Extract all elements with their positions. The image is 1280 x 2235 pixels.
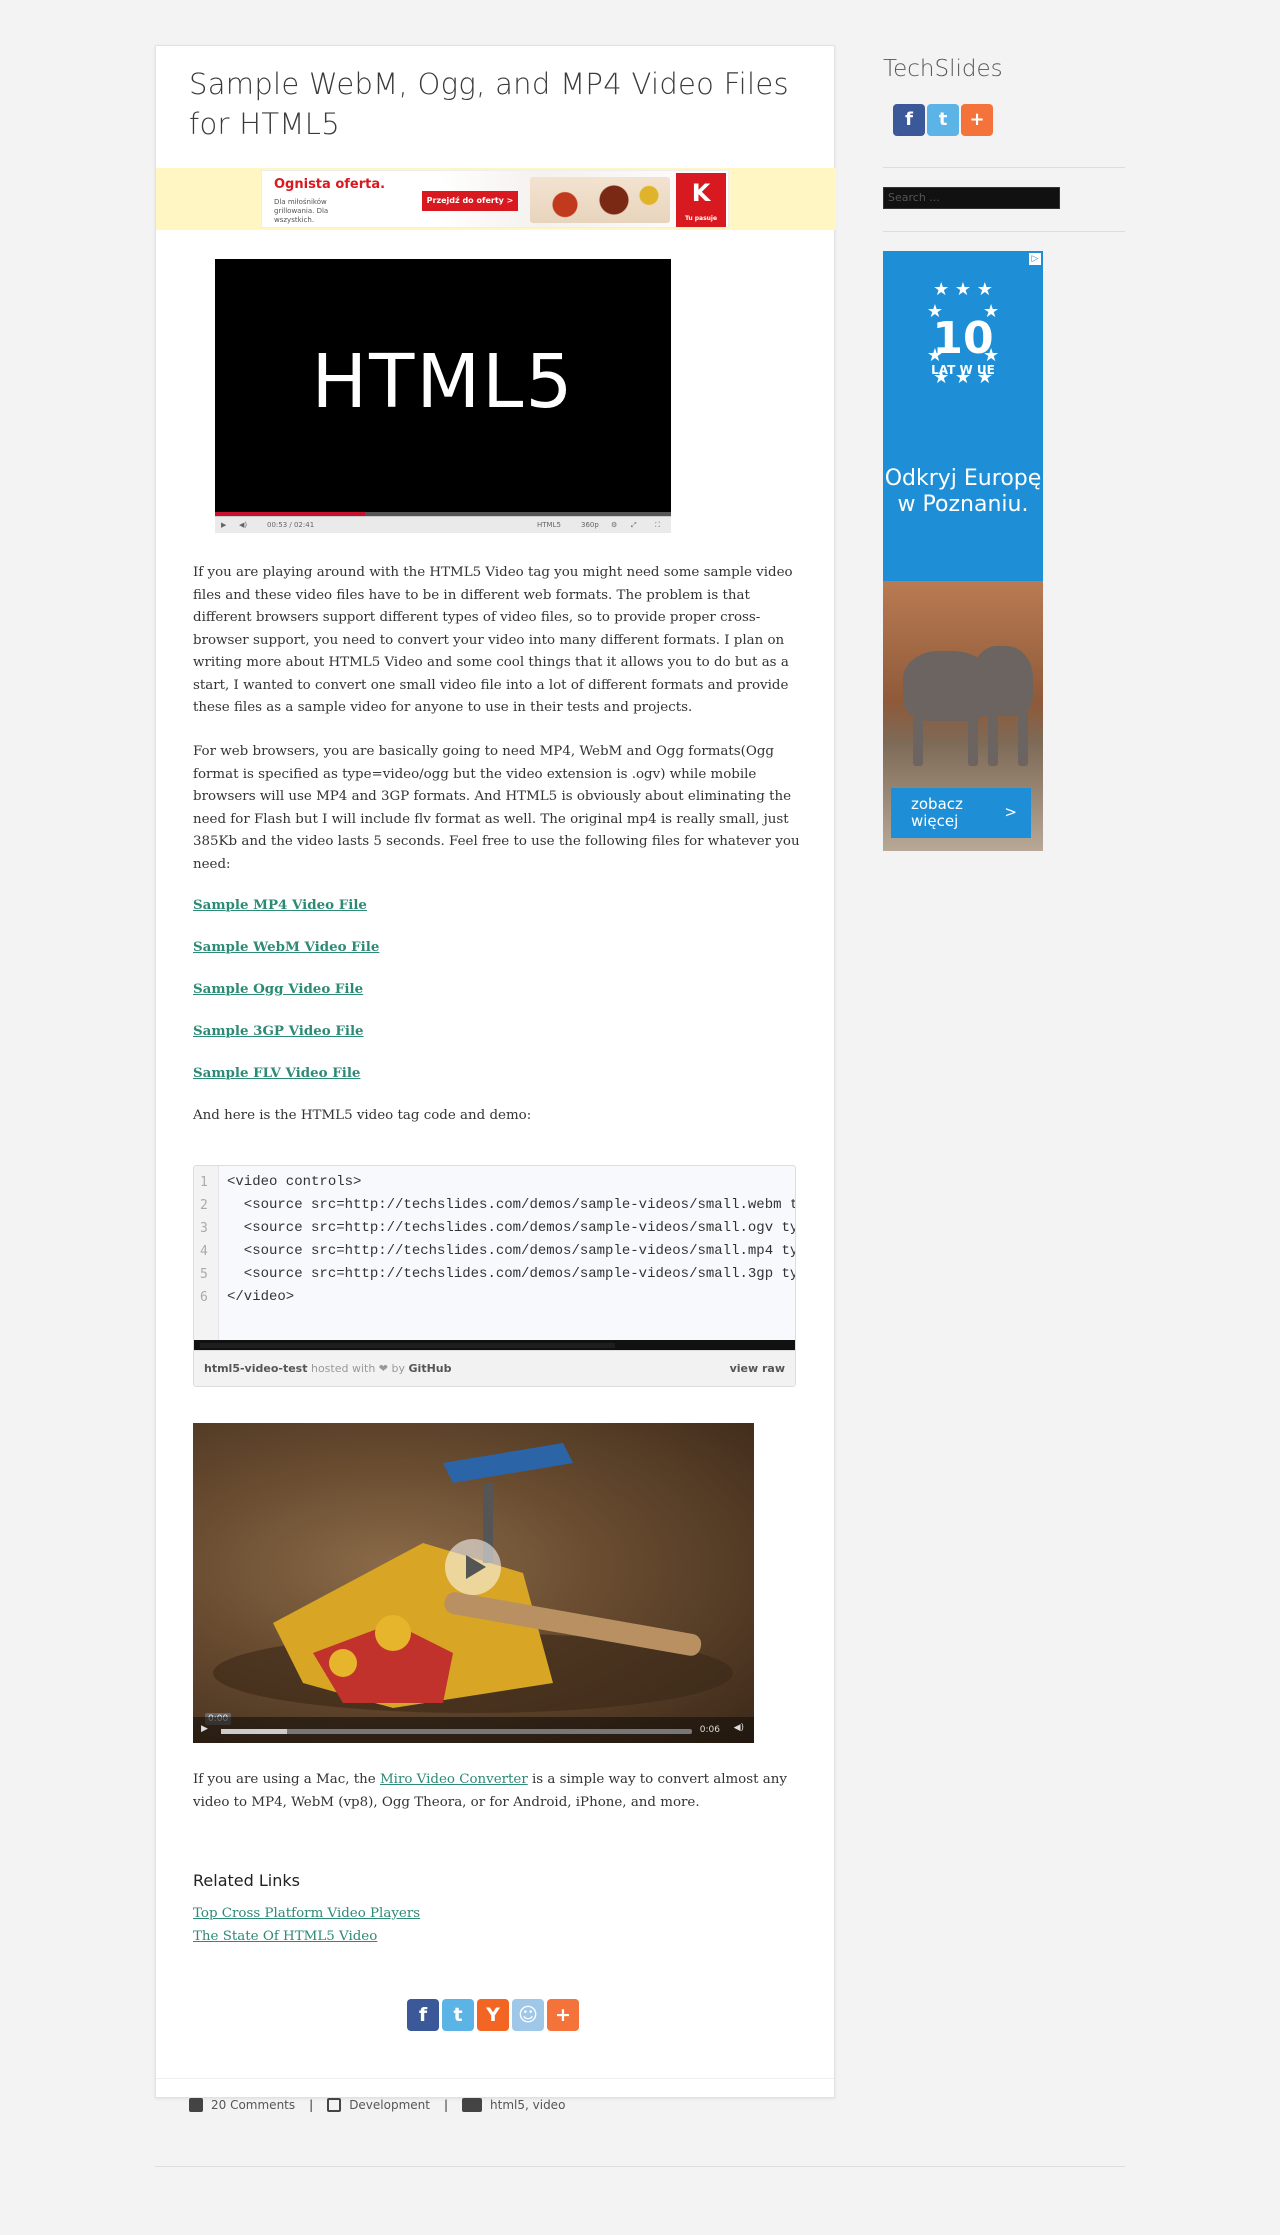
- ad-food-image: [530, 177, 670, 223]
- player-controls: ▶ ◀) 00:53 / 02:41 HTML5 360p ⚙ ⤢ ⛶: [215, 516, 671, 533]
- ad-cta-button[interactable]: zobacz więcej >: [891, 788, 1031, 838]
- ad-banner-creative[interactable]: Ognista oferta. Dla miłośników grillowan…: [261, 170, 729, 228]
- gist-hosted-text: hosted with ❤ by: [310, 1362, 406, 1375]
- video-seek-bar[interactable]: [221, 1729, 692, 1734]
- ad-brand-logo: K Tu pasuje: [676, 173, 726, 227]
- sidebar-divider: [883, 231, 1125, 232]
- footer-divider: [155, 2166, 1125, 2167]
- video-duration: 0:06: [699, 1725, 720, 1735]
- category-link[interactable]: Development: [349, 2098, 430, 2112]
- html5-screen-text: HTML5: [311, 339, 575, 425]
- video-controls: ▶ 0:06 ◀): [193, 1717, 754, 1743]
- ad-offer-button[interactable]: Przejdź do oferty >: [422, 191, 518, 211]
- sidebar-share-buttons: f t +: [893, 104, 993, 136]
- addthis-icon[interactable]: +: [961, 104, 993, 136]
- ad-subtitle: LAT W UE: [931, 363, 995, 377]
- code-line: <video controls>: [227, 1174, 362, 1190]
- line-number: 2: [200, 1198, 208, 1213]
- twitter-icon[interactable]: t: [442, 1999, 474, 2031]
- download-link-webm[interactable]: Sample WebM Video File: [193, 939, 379, 955]
- play-icon[interactable]: ▶: [201, 1724, 208, 1734]
- related-links-heading: Related Links: [193, 1871, 300, 1890]
- code-line: <source src=http://techslides.com/demos/…: [243, 1197, 795, 1213]
- code-intro-text: And here is the HTML5 video tag code and…: [193, 1108, 532, 1123]
- addthis-icon[interactable]: +: [547, 1999, 579, 2031]
- chevron-right-icon: >: [1004, 803, 1017, 821]
- related-links-list: Top Cross Platform Video Players The Sta…: [193, 1903, 800, 1948]
- hacker-news-icon[interactable]: Y: [477, 1999, 509, 2031]
- article-share-buttons: f t Y ☺ +: [407, 1999, 579, 2031]
- html5-video-thumbnail: HTML5 ▶ ◀) 00:53 / 02:41 HTML5 360p ⚙ ⤢ …: [215, 259, 671, 533]
- ad-brand-letter: K: [691, 179, 711, 207]
- article-card: Sample WebM, Ogg, and MP4 Video Files fo…: [155, 45, 836, 2112]
- ad-cta-label: zobacz więcej: [911, 795, 963, 830]
- line-number: 6: [200, 1290, 208, 1305]
- code-line: <source src=http://techslides.com/demos/…: [243, 1243, 795, 1259]
- reddit-icon[interactable]: ☺: [512, 1999, 544, 2031]
- download-link-3gp[interactable]: Sample 3GP Video File: [193, 1023, 364, 1039]
- sidebar-divider: [883, 167, 1125, 168]
- twitter-icon[interactable]: t: [927, 104, 959, 136]
- converter-paragraph: If you are using a Mac, the Miro Video C…: [193, 1769, 800, 1814]
- post-meta: 20 Comments | Development | html5, video: [189, 2098, 565, 2112]
- ad-banner: Ognista oferta. Dla miłośników grillowan…: [156, 168, 836, 230]
- line-number: 4: [200, 1244, 208, 1259]
- tags-links[interactable]: html5, video: [490, 2098, 565, 2112]
- meta-separator: |: [443, 2098, 449, 2112]
- page: Sample WebM, Ogg, and MP4 Video Files fo…: [0, 0, 1280, 2235]
- play-icon: ▶: [221, 521, 227, 529]
- meta-divider: [156, 2078, 834, 2079]
- page-title: Sample WebM, Ogg, and MP4 Video Files fo…: [189, 67, 789, 141]
- ad-headline: Odkryj Europę w Poznaniu.: [884, 466, 1042, 517]
- line-number: 1: [200, 1175, 208, 1190]
- volume-icon: ◀): [239, 521, 248, 529]
- converter-text-before: If you are using a Mac, the: [193, 1772, 380, 1787]
- formats-paragraph: For web browsers, you are basically goin…: [193, 744, 800, 872]
- download-link-mp4[interactable]: Sample MP4 Video File: [193, 897, 367, 913]
- intro-paragraph: If you are playing around with the HTML5…: [193, 565, 793, 715]
- tags-icon: [462, 2098, 483, 2112]
- category-icon: [327, 2098, 342, 2112]
- view-raw-link[interactable]: view raw: [730, 1362, 785, 1375]
- comments-icon: [189, 2098, 203, 2112]
- ad-choices-icon[interactable]: ▷: [1029, 253, 1041, 265]
- ad-blue-panel: ★ ★ ★ ★ ★ ★ ★ ★ ★ ★ 10 LAT W UE Odkryj Euro…: [883, 251, 1043, 581]
- facebook-icon[interactable]: f: [407, 1999, 439, 2031]
- demo-video-player[interactable]: 0:00 ▶ 0:06 ◀): [193, 1423, 754, 1743]
- player-time: 00:53 / 02:41: [267, 521, 315, 529]
- download-link-flv[interactable]: Sample FLV Video File: [193, 1065, 360, 1081]
- miro-converter-link[interactable]: Miro Video Converter: [380, 1772, 528, 1787]
- ad-headline: Ognista oferta.: [274, 177, 386, 192]
- popout-icon: ⤢: [631, 521, 637, 529]
- related-link[interactable]: The State Of HTML5 Video: [193, 1929, 377, 1944]
- line-number: 5: [200, 1267, 208, 1282]
- ad-brand-tagline: Tu pasuje: [684, 215, 718, 222]
- site-title[interactable]: TechSlides: [883, 56, 1003, 82]
- download-link-ogg[interactable]: Sample Ogg Video File: [193, 981, 363, 997]
- fullscreen-icon: ⛶: [655, 521, 660, 529]
- facebook-icon[interactable]: f: [893, 104, 925, 136]
- code-line: </video>: [227, 1289, 295, 1305]
- player-label: HTML5: [537, 521, 561, 529]
- code-line: <source src=http://techslides.com/demos/…: [243, 1220, 795, 1236]
- gist-file-link[interactable]: html5-video-test: [204, 1362, 307, 1375]
- volume-icon[interactable]: ◀): [734, 1723, 744, 1733]
- gist-meta-bar: html5-video-test hosted with ❤ by GitHub…: [194, 1350, 795, 1386]
- gist-embed: 1 2 3 4 5 6 <video controls> <source src…: [193, 1165, 796, 1387]
- ad-number: 10: [932, 313, 994, 364]
- related-link[interactable]: Top Cross Platform Video Players: [193, 1906, 420, 1921]
- ad-subtext: Dla miłośników grillowania. Dla wszystki…: [274, 198, 329, 224]
- meta-separator: |: [309, 2098, 314, 2112]
- line-number: 3: [200, 1221, 208, 1236]
- player-quality: 360p: [581, 521, 599, 529]
- sidebar-ad[interactable]: ★ ★ ★ ★ ★ ★ ★ ★ ★ ★ 10 LAT W UE Odkryj Euro…: [883, 251, 1043, 851]
- github-link[interactable]: GitHub: [409, 1362, 452, 1375]
- code-line: <source src=http://techslides.com/demos/…: [243, 1266, 795, 1282]
- settings-icon: ⚙: [611, 521, 618, 529]
- search-input[interactable]: Search ...: [883, 187, 1060, 209]
- comments-link[interactable]: 20 Comments: [211, 2098, 295, 2112]
- play-button-icon[interactable]: [445, 1539, 501, 1595]
